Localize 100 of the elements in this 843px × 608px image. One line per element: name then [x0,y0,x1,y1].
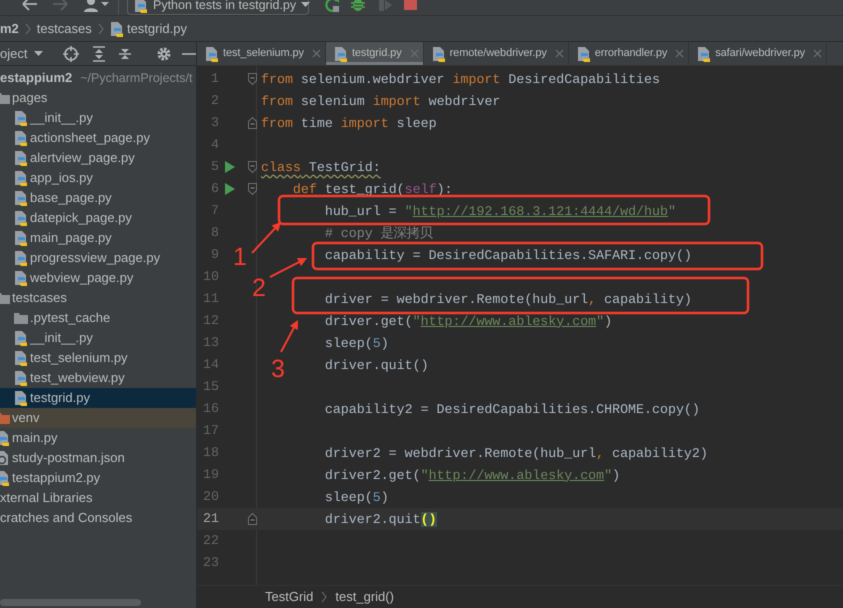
tree-item[interactable]: app_ios.py [0,168,196,188]
fold-icon[interactable] [248,161,257,173]
line-number: 23 [202,554,220,572]
python-file-icon [14,170,28,186]
python-file-icon [334,46,348,62]
breadcrumb-link[interactable]: test_grid() [335,587,394,607]
breadcrumb-link[interactable]: TestGrid [265,587,314,607]
python-file-icon [576,46,591,62]
annotation-number: 3 [271,355,285,383]
editor-tab[interactable]: safari/webdriver.py [689,42,828,65]
expand-all-icon[interactable] [92,46,106,62]
python-file-icon [14,250,28,266]
code-line: hub_url = "http://192.168.3.121:4444/wd/hub" [324,204,676,218]
back-arrow-icon[interactable] [20,0,40,13]
python-file-icon [14,350,28,366]
tree-item[interactable]: datepick_page.py [0,208,196,228]
fold-icon[interactable] [248,117,257,129]
folder-icon [0,292,10,304]
tree-item[interactable]: pages [0,88,196,108]
tree-item[interactable]: xternal Libraries [0,488,196,508]
line-number: 17 [202,422,220,440]
line-number: 6 [210,180,220,198]
tree-item[interactable]: study-postman.json [0,448,196,468]
fold-icon[interactable] [248,73,257,85]
line-number: 8 [210,224,220,242]
tree-item[interactable]: __init__.py [0,328,196,348]
line-number: 4 [210,136,220,154]
breadcrumb-link[interactable]: m2 [0,18,19,38]
settings-icon[interactable] [156,46,172,62]
caret-icon [34,50,43,56]
code-line: driver2 = webdriver.Remote(hub_url, capability2) [324,446,708,460]
code-line: driver2.quit() [324,512,437,526]
editor-tab[interactable]: errorhandler.py [568,42,690,65]
python-file-icon [110,20,124,36]
tree-item[interactable]: .pytest_cache [0,308,196,328]
tree-item[interactable]: test_webview.py [0,368,196,388]
tree-item[interactable]: webview_page.py [0,268,196,288]
python-file-icon [134,0,148,13]
run-configuration-dropdown[interactable]: Python tests in testgrid.py [127,0,309,15]
tree-item[interactable]: main.py [0,428,196,448]
code-line: from selenium.webdriver import DesiredCapabilities [261,72,660,86]
panel-title-dropdown[interactable]: oject [0,44,43,64]
rerun-icon[interactable] [323,0,341,13]
line-number: 15 [202,378,220,396]
tree-item[interactable]: testcases [0,288,196,308]
line-number: 22 [202,532,220,550]
crosshair-icon[interactable] [62,46,79,62]
editor-tab[interactable]: test_selenium.py [197,42,326,65]
arrow [280,320,298,352]
user-icon[interactable] [82,0,110,13]
tree-item[interactable]: testgrid.py [0,388,196,408]
breadcrumb-link[interactable]: testgrid.py [110,18,187,38]
run-icon[interactable] [225,161,235,173]
line-number: 2 [210,92,220,110]
tree-item[interactable]: base_page.py [0,188,196,208]
code-line: driver.get("http://www.ablesky.com") [324,314,612,328]
python-file-icon [697,46,712,62]
line-number: 11 [202,290,220,308]
tree-item[interactable]: cratches and Consoles [0,508,196,528]
scrollbar[interactable] [0,599,141,606]
tree-item[interactable]: test_selenium.py [0,348,196,368]
tree-item[interactable]: __init__.py [0,108,196,128]
tree-item[interactable]: estappium2 ~/PycharmProjects/t [0,68,196,88]
folder-icon [0,412,10,424]
fold-icon[interactable] [248,183,257,195]
code-line: capability2 = DesiredCapabilities.CHROME.copy() [324,402,700,416]
code-line: class TestGrid: [261,160,381,174]
line-number: 14 [202,356,220,374]
annotation-number: 1 [233,243,247,271]
tree-item[interactable]: progressview_page.py [0,248,196,268]
code-line: driver2.get("http://www.ablesky.com") [324,468,620,482]
line-number: 20 [202,488,220,506]
python-file-icon [14,230,28,246]
tree-item[interactable]: main_page.py [0,228,196,248]
python-file-icon [0,430,10,446]
stop-icon[interactable] [401,0,419,13]
breadcrumb-link[interactable]: testcases [36,18,92,38]
editor-tab[interactable]: remote/webdriver.py [424,42,569,65]
chevron-icon [98,22,104,34]
python-file-icon [0,470,10,486]
python-file-icon [14,390,28,406]
arrow [270,258,307,278]
tree-item[interactable]: actionsheet_page.py [0,128,196,148]
tree-item[interactable]: testappium2.py [0,468,196,488]
python-file-icon [14,210,28,226]
fold-icon[interactable] [248,513,257,525]
caret-icon [301,2,310,8]
tree-item[interactable]: venv [0,408,196,428]
folder-icon [0,92,10,104]
line-number: 21 [202,510,220,528]
line-number: 7 [210,202,220,220]
editor-tab[interactable]: testgrid.py [326,42,424,65]
tree-item[interactable]: alertview_page.py [0,148,196,168]
python-file-icon [14,330,28,346]
line-number: 3 [210,114,220,132]
line-number: 5 [210,158,220,176]
chevron-icon [24,22,31,34]
bug-icon[interactable] [349,0,367,13]
arrow [251,222,281,254]
run-icon[interactable] [225,183,235,195]
